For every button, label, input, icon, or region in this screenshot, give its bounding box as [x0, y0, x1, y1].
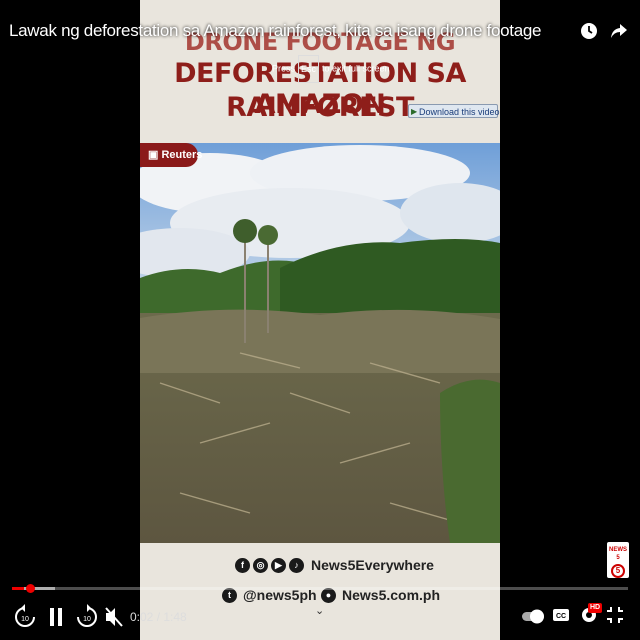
fullscreen-hint: Press Esc to exit full screen: [272, 55, 390, 83]
facebook-icon: f: [235, 557, 250, 573]
scrubber-handle[interactable]: [26, 584, 35, 593]
autoplay-toggle-icon[interactable]: [522, 608, 546, 624]
svg-text:CC: CC: [556, 613, 566, 620]
video-frame[interactable]: DRONE FOOTAGE NG DEFORESTATION SA AMAZON…: [140, 0, 500, 640]
tiktok-icon: ♪: [289, 557, 304, 573]
channel-logo-label: NEWS 5: [609, 547, 627, 561]
current-time: 0:02: [130, 610, 154, 624]
progress-bar[interactable]: [12, 584, 628, 593]
news5-circle-icon: 5: [611, 564, 625, 578]
forward-10-icon[interactable]: 10: [76, 604, 98, 630]
download-video-button[interactable]: ▶ Download this video: [408, 104, 500, 118]
clock-icon[interactable]: [580, 20, 598, 42]
player-controls: 10 10 0:02 / 1:48 CC HD: [0, 598, 640, 638]
fullscreen-hint-before: Press: [272, 63, 296, 74]
social-handle: News5Everywhere: [311, 557, 434, 573]
source-tag: ▣ Reuters: [140, 143, 202, 167]
time-separator: /: [153, 610, 164, 624]
exit-fullscreen-icon[interactable]: [606, 606, 624, 624]
replay-10-icon[interactable]: 10: [14, 604, 36, 630]
download-video-label: Download this video: [419, 107, 500, 117]
duration: 1:48: [163, 610, 187, 624]
pause-icon[interactable]: [48, 604, 64, 630]
channel-logo: NEWS 5 5: [607, 542, 629, 578]
download-arrow-icon: ▶: [411, 107, 418, 116]
mute-icon[interactable]: [104, 604, 124, 630]
svg-text:10: 10: [83, 616, 91, 623]
instagram-icon: ◎: [253, 557, 268, 573]
fullscreen-hint-after: to exit full screen: [322, 63, 390, 74]
progress-played: [12, 587, 25, 590]
captions-icon[interactable]: CC: [552, 606, 570, 624]
share-icon[interactable]: [610, 20, 628, 42]
youtube-icon: ▶: [271, 557, 286, 573]
source-tag-label: Reuters: [161, 149, 203, 161]
svg-text:10: 10: [21, 616, 29, 623]
top-right-actions: [580, 20, 628, 42]
deforestation-photo: [140, 143, 500, 543]
time-display: 0:02 / 1:48: [130, 610, 187, 624]
esc-key-label: Esc: [298, 55, 320, 83]
hd-badge: HD: [588, 603, 603, 613]
video-title: Lawak ng deforestation sa Amazon rainfor…: [9, 21, 542, 40]
camera-icon: ▣: [148, 149, 159, 161]
